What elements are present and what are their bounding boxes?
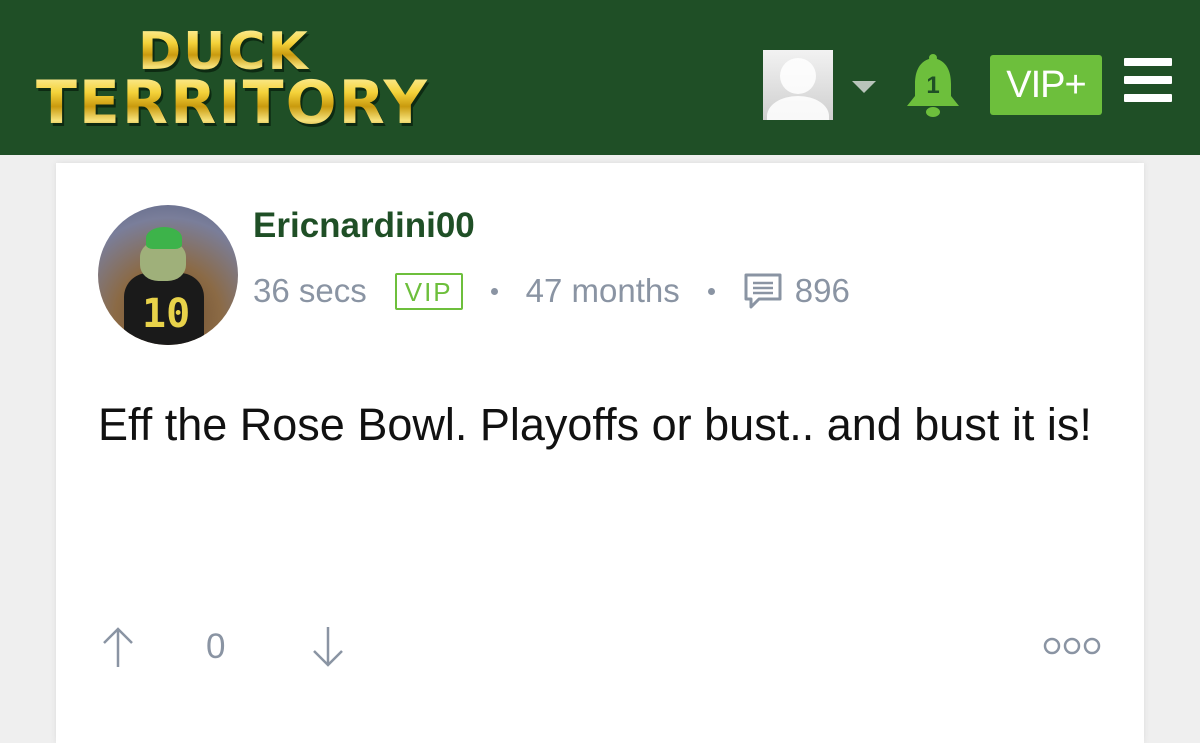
meta-separator-dot [490, 287, 498, 295]
member-tenure: 47 months [525, 272, 680, 309]
vote-bar: 0 [98, 621, 1108, 671]
avatar-jersey-number: 10 [142, 291, 191, 337]
avatar-helmet [146, 227, 182, 249]
upvote-icon[interactable] [100, 625, 136, 669]
avatar-head-shape [780, 58, 816, 94]
menu-icon[interactable] [1124, 58, 1172, 102]
menu-bar-top [1124, 58, 1172, 66]
avatar-torso-shape [767, 96, 829, 120]
post-body-text: Eff the Rose Bowl. Playoffs or bust.. an… [98, 399, 1092, 450]
downvote-icon[interactable] [310, 625, 346, 669]
notification-count: 1 [926, 72, 940, 99]
post-timestamp: 36 secs [253, 272, 367, 309]
meta-separator-dot [707, 287, 715, 295]
notification-button[interactable]: 1 [903, 52, 963, 120]
vip-badge: VIP [394, 272, 463, 310]
post-username[interactable]: Ericnardini00 [253, 206, 475, 246]
post-count: 896 [794, 272, 850, 309]
post-author-avatar[interactable]: 10 [98, 205, 238, 345]
post-meta: 36 secs VIP 47 months 896 [253, 271, 850, 311]
menu-bar-middle [1124, 76, 1172, 84]
chevron-down-icon[interactable] [852, 81, 876, 93]
post-card: 10 Ericnardini00 36 secs VIP 47 months 8… [56, 163, 1144, 743]
user-avatar-placeholder[interactable] [763, 50, 833, 120]
logo-text-bottom: TERRITORY [36, 68, 429, 138]
menu-bar-bottom [1124, 94, 1172, 102]
vip-plus-button[interactable]: VIP+ [990, 55, 1102, 115]
duck-territory-logo[interactable]: DUCK TERRITORY [30, 22, 470, 138]
vote-score: 0 [206, 627, 226, 666]
site-header: DUCK TERRITORY 1 VIP+ [0, 0, 1200, 155]
more-options-icon[interactable] [1042, 631, 1102, 661]
comment-count-icon [744, 273, 782, 309]
